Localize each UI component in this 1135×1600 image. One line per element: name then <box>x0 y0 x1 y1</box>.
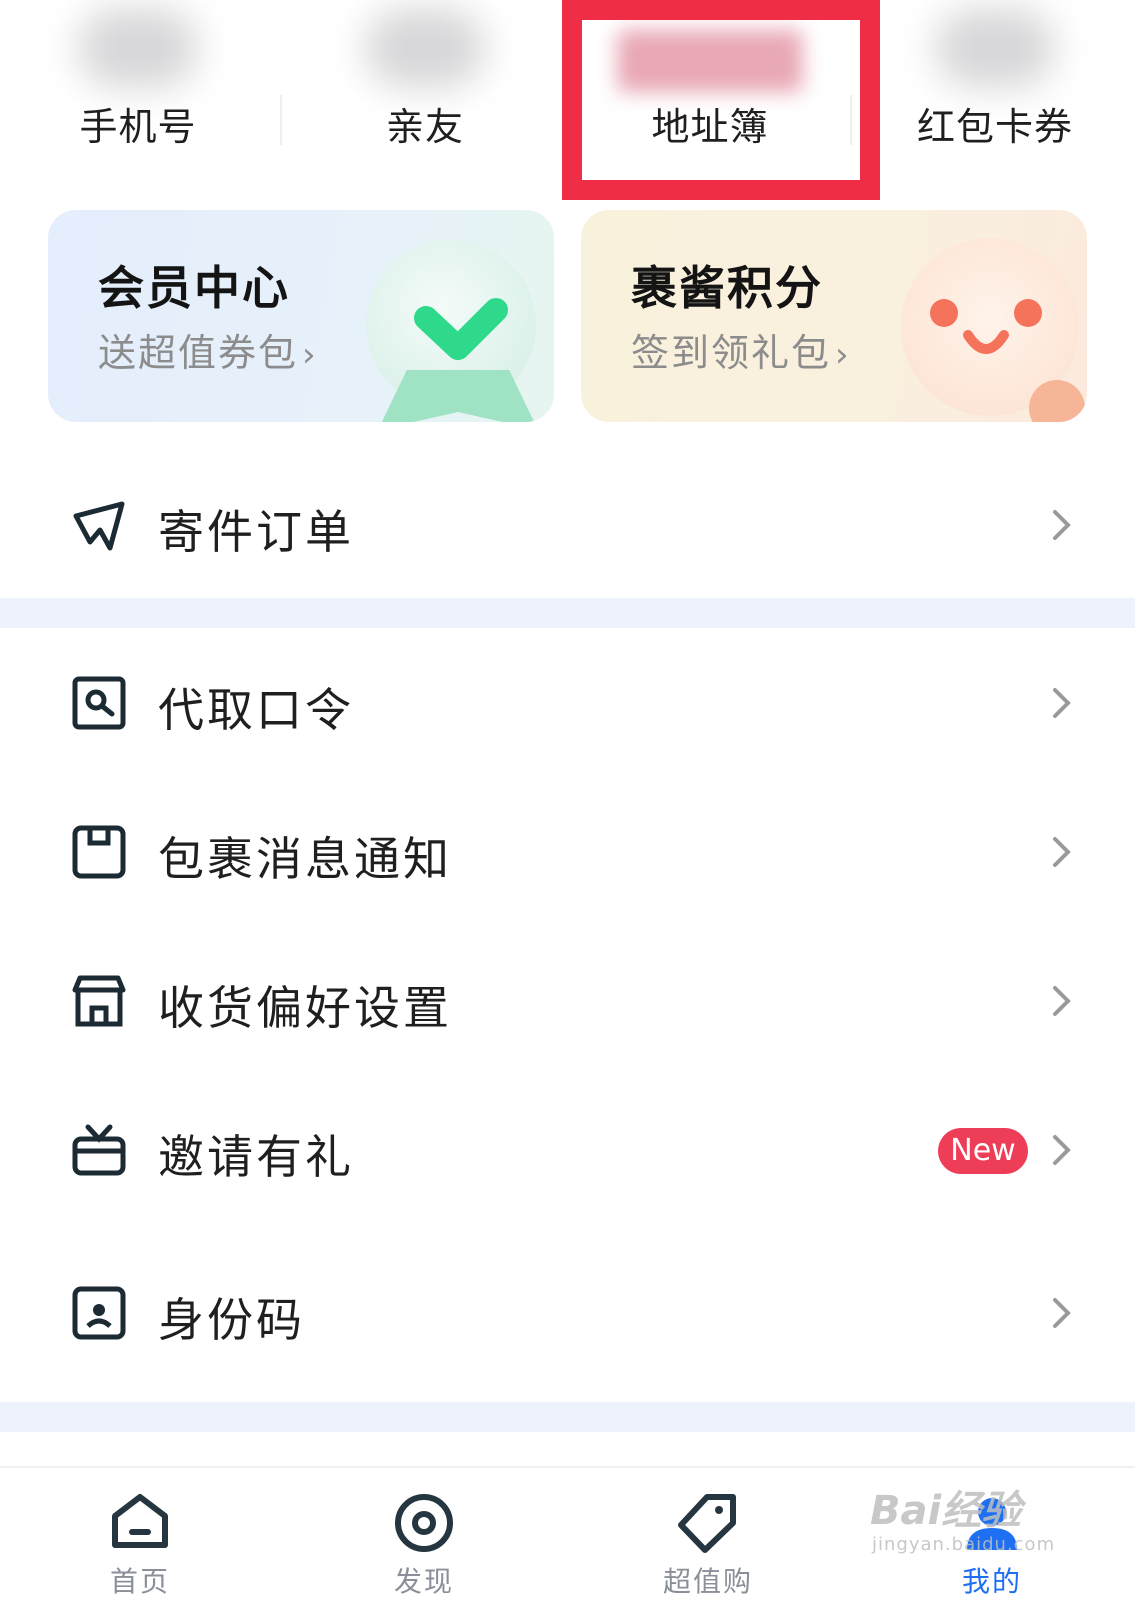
tab-label: 发现 <box>393 1565 454 1598</box>
quick-item-friends[interactable]: 亲友 <box>325 0 525 160</box>
chevron-right-icon <box>1053 837 1071 867</box>
tab-label: 首页 <box>109 1565 170 1598</box>
vip-center-card[interactable]: 会员中心 送超值券包 › <box>48 210 554 422</box>
menu-item-label: 邀请有礼 <box>158 1130 354 1184</box>
coupon-icon <box>935 8 1055 88</box>
menu-item-label: 寄件订单 <box>158 505 354 559</box>
section-gap <box>0 598 1135 628</box>
home-icon <box>112 1494 168 1548</box>
menu-item-label: 包裹消息通知 <box>158 832 452 886</box>
watermark-text: Bai经验 <box>870 1488 1022 1534</box>
smiley-face-icon <box>930 299 1042 354</box>
menu-item-delivery-prefs[interactable]: 收货偏好设置 <box>0 946 1135 1056</box>
storefront-icon <box>72 975 126 1027</box>
menu-item-label: 身份码 <box>158 1293 305 1347</box>
points-card[interactable]: 裹酱积分 签到领礼包 › <box>581 210 1087 422</box>
discover-icon <box>395 1494 453 1552</box>
tag-icon <box>678 1494 736 1553</box>
new-badge: New <box>938 1128 1028 1174</box>
vip-card-title: 会员中心 <box>98 261 290 315</box>
points-card-subtitle: 签到领礼包 › <box>631 331 851 375</box>
tab-deals[interactable]: 超值购 <box>608 1468 808 1600</box>
menu-item-identity-code[interactable]: 身份码 <box>0 1258 1135 1368</box>
divider <box>280 95 282 145</box>
points-card-title: 裹酱积分 <box>631 261 823 315</box>
search-key-icon <box>72 676 126 730</box>
highlight-box <box>562 0 880 200</box>
menu-item-package-notify[interactable]: 包裹消息通知 <box>0 797 1135 907</box>
chevron-right-icon <box>1053 510 1071 540</box>
chevron-right-icon <box>1053 986 1071 1016</box>
id-scan-icon <box>72 1286 126 1340</box>
menu-item-invite[interactable]: 邀请有礼 New <box>0 1095 1135 1205</box>
gift-tv-icon <box>72 1124 126 1176</box>
chevron-right-icon <box>1053 1298 1071 1328</box>
quick-item-label: 红包卡券 <box>916 105 1073 149</box>
watermark: Bai经验 jingyan.baidu.com <box>870 1478 1080 1568</box>
quick-item-phone[interactable]: 手机号 <box>38 0 238 160</box>
section-gap <box>0 1402 1135 1432</box>
quick-item-label: 手机号 <box>79 105 197 149</box>
points-dot-decoration <box>1029 380 1085 422</box>
paper-plane-icon <box>73 501 125 551</box>
phone-icon <box>78 8 198 88</box>
menu-item-label: 收货偏好设置 <box>158 981 452 1035</box>
chevron-right-icon <box>1053 1135 1071 1165</box>
vip-card-subtitle: 送超值券包 › <box>98 331 318 375</box>
package-box-icon <box>72 825 126 879</box>
chevron-right-icon <box>1053 688 1071 718</box>
tab-home[interactable]: 首页 <box>40 1468 240 1600</box>
heart-check-icon <box>414 298 508 360</box>
quick-item-label: 亲友 <box>385 105 464 149</box>
menu-item-send-orders[interactable]: 寄件订单 <box>0 470 1135 580</box>
watermark-url: jingyan.baidu.com <box>872 1534 1056 1555</box>
tab-discover[interactable]: 发现 <box>324 1468 524 1600</box>
menu-item-pickup-code[interactable]: 代取口令 <box>0 648 1135 758</box>
menu-item-label: 代取口令 <box>158 683 354 737</box>
quick-item-coupons[interactable]: 红包卡券 <box>895 0 1095 160</box>
tab-label: 超值购 <box>662 1565 753 1598</box>
friends-icon <box>365 8 485 88</box>
